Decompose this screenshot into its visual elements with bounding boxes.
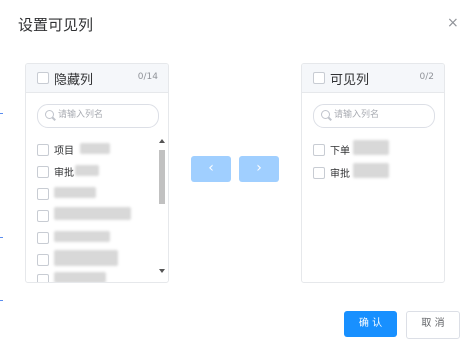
cancel-button[interactable]: 取 消 bbox=[406, 311, 460, 339]
item-label: 审批 bbox=[54, 168, 74, 179]
blurred-text bbox=[75, 165, 99, 176]
list-item[interactable]: 项目 bbox=[37, 142, 157, 157]
list-item[interactable] bbox=[37, 186, 157, 200]
select-all-checkbox[interactable] bbox=[37, 72, 49, 84]
item-checkbox[interactable] bbox=[313, 144, 325, 156]
search-input[interactable] bbox=[334, 107, 429, 123]
blurred-text bbox=[353, 163, 389, 178]
blurred-text bbox=[54, 187, 96, 198]
list-item[interactable] bbox=[37, 230, 157, 244]
list-item[interactable]: 下单 bbox=[313, 140, 433, 157]
panel-title: 可见列 bbox=[330, 73, 370, 88]
hidden-columns-panel: 隐藏列 0/14 项目 审批 bbox=[25, 63, 169, 283]
background-edge bbox=[0, 300, 3, 301]
blurred-text bbox=[54, 272, 106, 282]
search-icon bbox=[321, 110, 330, 119]
item-checkbox[interactable] bbox=[37, 274, 49, 282]
blurred-text bbox=[54, 231, 110, 242]
item-label: 项目 bbox=[54, 146, 74, 157]
scroll-thumb[interactable] bbox=[159, 150, 165, 204]
blurred-text bbox=[80, 143, 110, 154]
item-label: 下单 bbox=[330, 146, 350, 157]
confirm-button[interactable]: 确 认 bbox=[344, 311, 397, 337]
move-to-visible-button[interactable]: › bbox=[239, 156, 279, 182]
search-box bbox=[313, 104, 435, 128]
search-input[interactable] bbox=[58, 107, 153, 123]
panel-header: 隐藏列 0/14 bbox=[26, 64, 168, 93]
selected-count: 0/2 bbox=[419, 72, 434, 82]
dialog-title: 设置可见列 bbox=[18, 16, 94, 34]
blurred-text bbox=[54, 250, 118, 266]
scroll-up-icon[interactable] bbox=[159, 139, 165, 143]
item-checkbox[interactable] bbox=[37, 210, 49, 222]
search-box bbox=[37, 104, 159, 128]
scroll-down-icon[interactable] bbox=[159, 269, 165, 273]
item-checkbox[interactable] bbox=[313, 167, 325, 179]
selected-count: 0/14 bbox=[137, 72, 158, 82]
background-edge bbox=[0, 237, 3, 238]
item-checkbox[interactable] bbox=[37, 254, 49, 266]
list-item[interactable] bbox=[37, 272, 157, 282]
visible-columns-panel: 可见列 0/2 下单 审批 bbox=[301, 63, 445, 283]
item-checkbox[interactable] bbox=[37, 144, 49, 156]
scrollbar[interactable] bbox=[158, 139, 166, 277]
list-item[interactable]: 审批 bbox=[313, 163, 433, 180]
select-all-checkbox[interactable] bbox=[313, 72, 325, 84]
blurred-text bbox=[353, 140, 389, 155]
item-checkbox[interactable] bbox=[37, 232, 49, 244]
move-to-hidden-button[interactable]: ‹ bbox=[191, 156, 231, 182]
item-label: 审批 bbox=[330, 169, 350, 180]
search-icon bbox=[45, 110, 54, 119]
item-checkbox[interactable] bbox=[37, 188, 49, 200]
list-item[interactable]: 审批 bbox=[37, 164, 157, 179]
panel-title: 隐藏列 bbox=[54, 73, 94, 88]
list-item[interactable] bbox=[37, 207, 157, 222]
close-icon[interactable]: × bbox=[447, 15, 459, 31]
background-edge bbox=[0, 113, 3, 114]
blurred-text bbox=[54, 207, 131, 220]
list-item[interactable] bbox=[37, 250, 157, 266]
panel-header: 可见列 0/2 bbox=[302, 64, 444, 93]
item-checkbox[interactable] bbox=[37, 166, 49, 178]
